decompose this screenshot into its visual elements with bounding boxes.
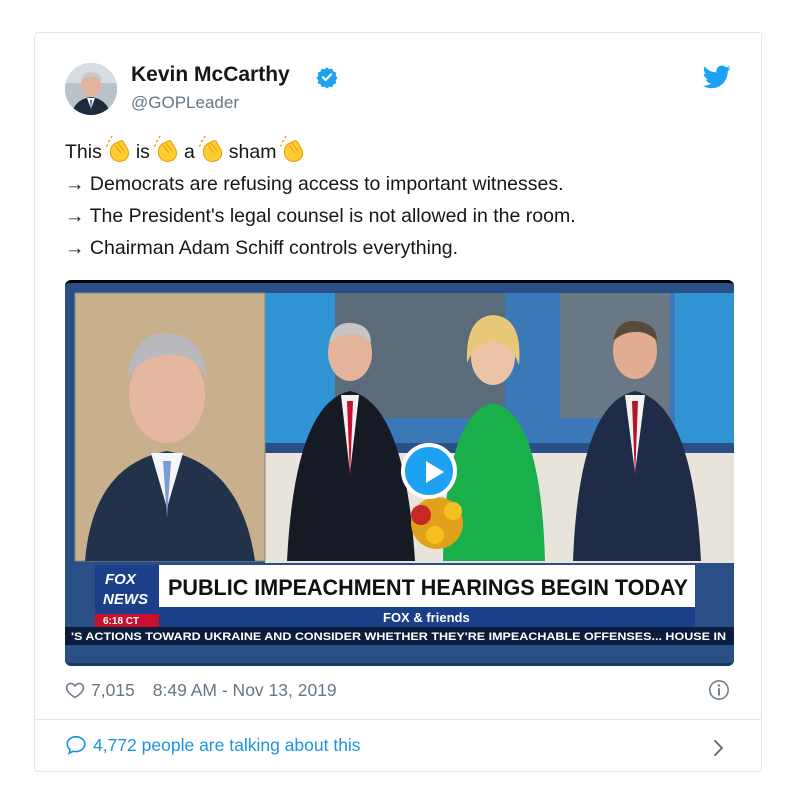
word-a: a bbox=[183, 141, 195, 163]
tweet-card: Kevin McCarthy @GOPLeader This is a sham → … bbox=[34, 32, 762, 772]
word-sham: sham bbox=[228, 141, 277, 163]
heart-icon[interactable] bbox=[65, 680, 85, 700]
verified-badge-icon bbox=[316, 67, 338, 88]
clapping-hands-emoji-icon bbox=[280, 136, 304, 162]
video-thumbnail: FOX NEWS 6:18 CT PUBLIC IMPEACHMENT HEAR… bbox=[65, 283, 734, 663]
tweet-text: This is a sham → Democrats are refusing acc… bbox=[65, 136, 725, 264]
twitter-bird-icon[interactable] bbox=[703, 65, 731, 89]
chevron-right-icon[interactable] bbox=[711, 738, 727, 758]
tweet-timestamp[interactable]: 8:49 AM - Nov 13, 2019 bbox=[153, 680, 337, 701]
clapping-hands-emoji-icon bbox=[153, 136, 177, 162]
word-this: This bbox=[65, 141, 102, 163]
info-icon[interactable] bbox=[708, 679, 730, 701]
tweet-line-3: → The President's legal counsel is not a… bbox=[65, 205, 576, 227]
network-logo-top: FOX bbox=[105, 571, 137, 588]
tweet-line-4: → Chairman Adam Schiff controls everythi… bbox=[65, 237, 459, 259]
word-is: is bbox=[135, 141, 150, 163]
tweet-line-2: → Democrats are refusing access to impor… bbox=[65, 173, 564, 195]
play-icon bbox=[426, 461, 444, 483]
author-handle[interactable]: @GOPLeader bbox=[131, 93, 239, 113]
video-player[interactable]: FOX NEWS 6:18 CT PUBLIC IMPEACHMENT HEAR… bbox=[65, 280, 734, 666]
tweet-line-1: This is a sham bbox=[65, 136, 725, 168]
divider bbox=[35, 719, 761, 720]
author-name[interactable]: Kevin McCarthy bbox=[131, 63, 290, 87]
play-button[interactable] bbox=[401, 443, 457, 499]
clapping-hands-emoji-icon bbox=[105, 136, 129, 162]
network-logo-bottom: NEWS bbox=[103, 591, 148, 608]
clapping-hands-emoji-icon bbox=[198, 136, 222, 162]
chyron-headline: PUBLIC IMPEACHMENT HEARINGS BEGIN TODAY bbox=[168, 575, 688, 600]
speech-bubble-icon bbox=[66, 735, 86, 755]
talking-about-link[interactable]: 4,772 people are talking about this bbox=[65, 734, 361, 756]
ticker-text: 'S ACTIONS TOWARD UKRAINE AND CONSIDER W… bbox=[71, 631, 726, 643]
tweet-meta: 7,015 8:49 AM - Nov 13, 2019 bbox=[65, 676, 337, 704]
talking-about-text[interactable]: 4,772 people are talking about this bbox=[93, 735, 361, 756]
clock-readout: 6:18 CT bbox=[103, 616, 139, 627]
avatar[interactable] bbox=[65, 63, 117, 115]
like-count[interactable]: 7,015 bbox=[91, 680, 135, 701]
show-name: FOX & friends bbox=[383, 610, 470, 625]
